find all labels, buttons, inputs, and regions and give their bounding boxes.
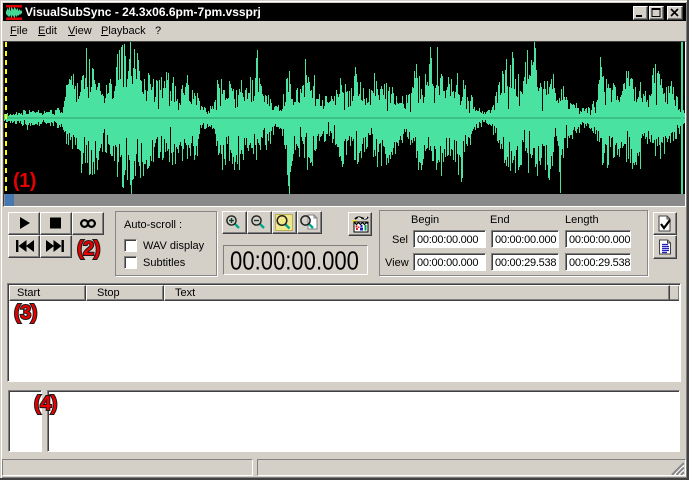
- svg-text:(2): (2): [77, 238, 100, 260]
- svg-text:(3): (3): [14, 302, 37, 324]
- svg-text:(4): (4): [34, 393, 57, 415]
- svg-text:(1): (1): [13, 170, 36, 192]
- svg-text:00:00:00.000: 00:00:00.000: [230, 247, 359, 275]
